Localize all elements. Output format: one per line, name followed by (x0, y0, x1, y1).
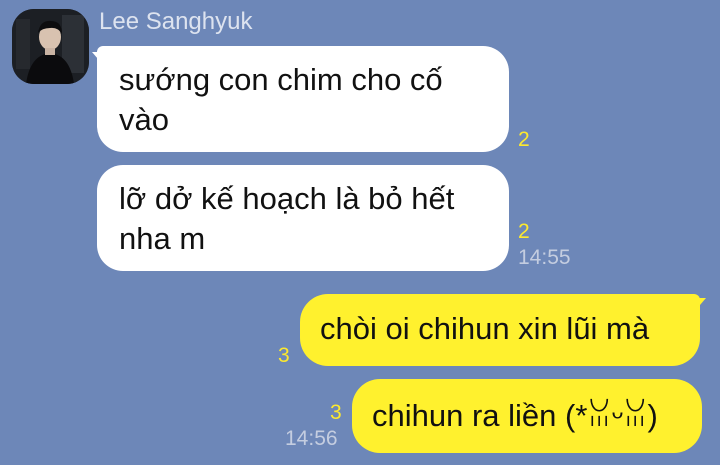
unread-count: 2 (518, 220, 530, 243)
unread-count: 3 (330, 401, 342, 424)
sender-avatar[interactable] (12, 9, 89, 84)
message-bubble-outgoing[interactable]: chòi oi chihun xin lũi mà (300, 294, 700, 366)
unread-count: 3 (278, 344, 290, 367)
message-timestamp: 14:55 (518, 246, 571, 269)
message-timestamp: 14:56 (285, 427, 338, 450)
message-bubble-incoming[interactable]: lỡ dở kế hoạch là bỏ hết nha m (97, 165, 509, 271)
sender-name: Lee Sanghyuk (99, 8, 253, 35)
person-photo-icon (12, 9, 89, 84)
message-bubble-incoming[interactable]: sướng con chim cho cố vào (97, 46, 509, 152)
message-bubble-outgoing[interactable]: chihun ra liền (*ꈍᵕꈍ) (352, 379, 702, 453)
unread-count: 2 (518, 128, 530, 151)
